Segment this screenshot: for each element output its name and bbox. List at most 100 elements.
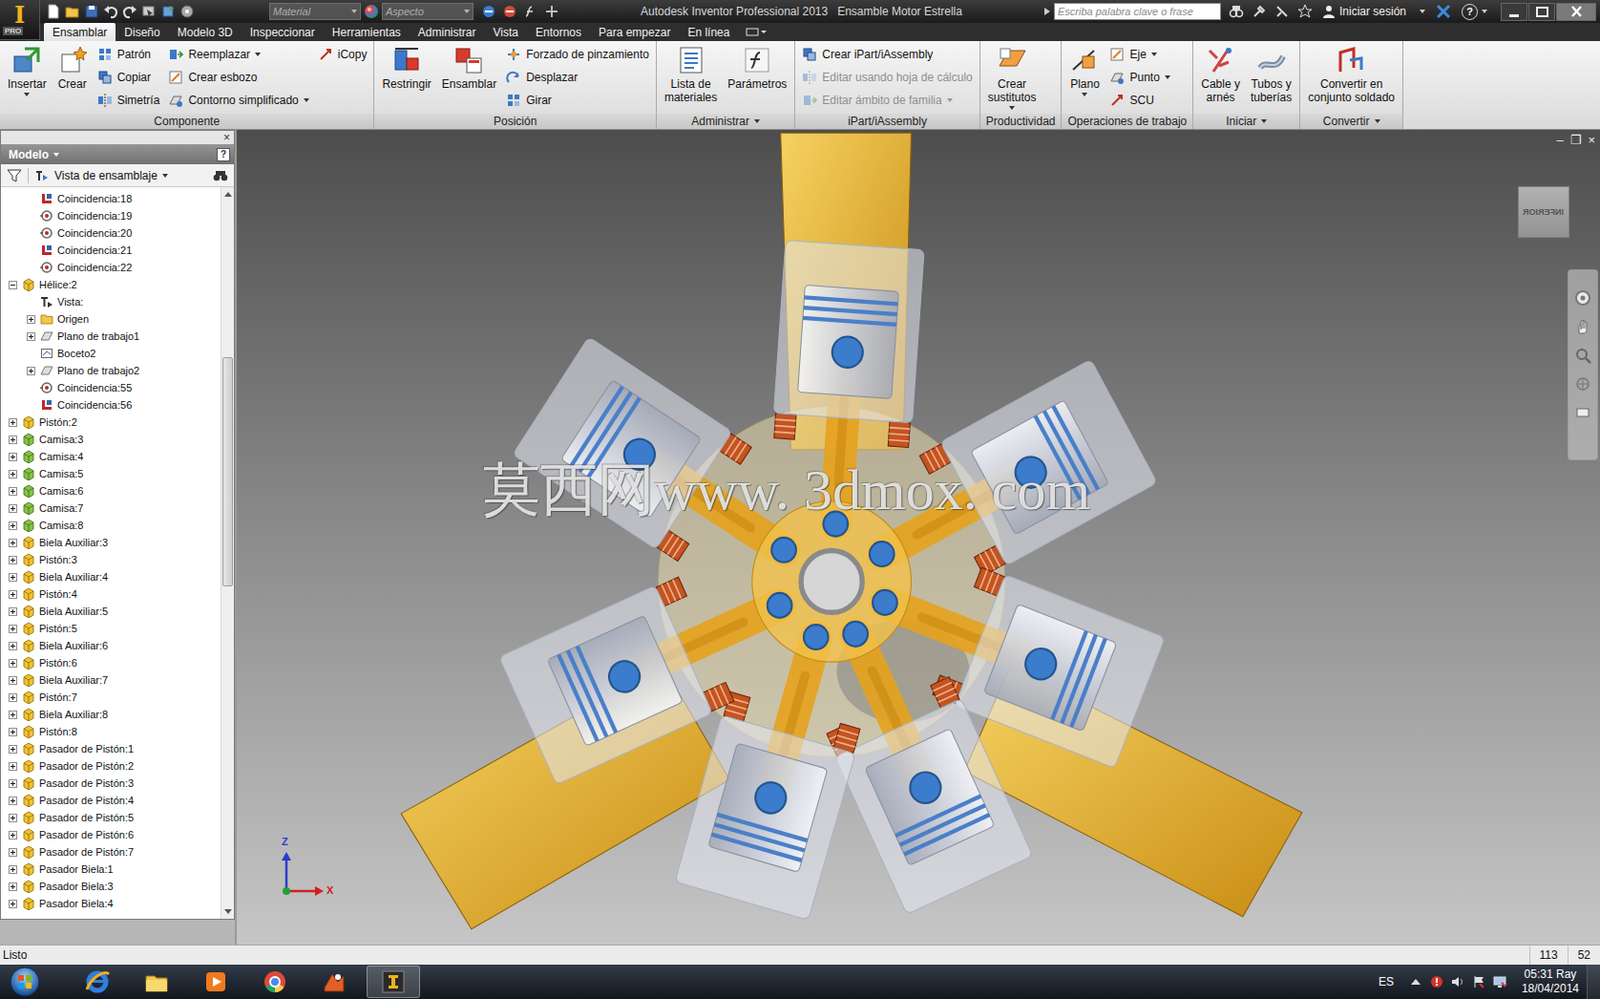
expand-icon[interactable] [8, 555, 18, 565]
tree-item[interactable]: Camisa:4 [0, 447, 221, 465]
ribbon-button[interactable]: Crear iPart/iAssembly [800, 43, 974, 65]
tree-item[interactable]: Camisa:7 [0, 499, 221, 517]
scroll-thumb[interactable] [222, 357, 233, 587]
flag-icon[interactable] [1472, 974, 1486, 989]
expand-icon[interactable] [8, 572, 18, 582]
tree-item[interactable]: Biela Auxiliar:5 [0, 602, 221, 620]
expand-icon[interactable] [26, 332, 36, 341]
application-menu-button[interactable]: IPRO [0, 0, 41, 41]
expand-icon[interactable] [8, 744, 18, 754]
tree-item[interactable]: Camisa:8 [0, 516, 221, 534]
tree-item[interactable]: Pasador de Pistón:5 [0, 808, 221, 826]
minimize-view-button[interactable]: – [1557, 132, 1564, 148]
network-icon[interactable] [1493, 974, 1507, 989]
taskbar-app[interactable] [129, 965, 184, 998]
tree-item[interactable]: Pasador de Pistón:6 [0, 825, 221, 843]
tree-item[interactable]: Boceto2 [0, 344, 221, 362]
ribbon-tab[interactable]: En línea [678, 22, 738, 42]
browser-help-button[interactable]: ? [216, 147, 231, 162]
restore-view-button[interactable]: ❐ [1570, 132, 1582, 148]
ribbon-button[interactable]: iCopy [315, 43, 370, 65]
tree-item[interactable]: Biela Auxiliar:7 [0, 671, 221, 689]
ribbon-tab[interactable]: Diseño [115, 22, 169, 42]
dropdown-arrow-icon[interactable] [1261, 119, 1267, 124]
ribbon-button[interactable]: Plano [1066, 43, 1103, 98]
ribbon-button[interactable]: Eje [1107, 43, 1172, 65]
tree-item[interactable]: Biela Auxiliar:6 [0, 636, 221, 654]
taskbar-app[interactable] [189, 965, 243, 998]
new-icon[interactable] [45, 3, 62, 20]
tree-item[interactable]: Pistón:6 [0, 653, 221, 672]
dropdown-arrow-icon[interactable] [1009, 105, 1015, 110]
tree-item[interactable]: Plano de trabajo1 [0, 327, 221, 345]
tree-item[interactable]: Pasador Biela:1 [0, 860, 221, 878]
find-icon[interactable] [212, 168, 229, 183]
tree-item[interactable]: Coincidencia:56 [0, 396, 221, 414]
expand-icon[interactable] [8, 830, 18, 840]
ribbon-button[interactable]: Restringir [378, 43, 434, 92]
dropdown-arrow-icon[interactable] [1151, 52, 1158, 57]
ribbon-button[interactable]: Girar [504, 89, 652, 111]
expand-icon[interactable] [8, 813, 18, 822]
ribbon-button[interactable]: Copiar [95, 66, 163, 88]
tree-item[interactable]: Biela Auxiliar:8 [0, 705, 221, 723]
ribbon-button[interactable]: Punto [1107, 66, 1172, 88]
tree-item[interactable]: Pasador de Pistón:2 [0, 757, 221, 775]
expand-icon[interactable] [8, 452, 18, 462]
tree-item[interactable]: Camisa:5 [0, 464, 221, 483]
volume-icon[interactable] [1451, 974, 1465, 989]
ribbon-button[interactable]: Ensamblar [439, 43, 500, 92]
tree-item[interactable]: Camisa:3 [0, 430, 221, 448]
add-icon[interactable] [544, 3, 560, 20]
clock[interactable]: 05:31 Ray18/04/2014 [1514, 967, 1587, 996]
tree-item[interactable]: Pasador de Pistón:3 [0, 774, 221, 792]
minimize-button[interactable] [1500, 2, 1528, 22]
ribbon-button[interactable]: Patrón [95, 43, 163, 65]
ribbon-button[interactable]: Desplazar [504, 66, 652, 88]
ribbon-minimize-icon[interactable] [743, 22, 769, 42]
save-icon[interactable] [84, 3, 100, 20]
view-selector[interactable]: Vista de ensamblaje [34, 168, 208, 183]
tree-item[interactable]: Coincidencia:55 [0, 378, 221, 397]
dropdown-arrow-icon[interactable] [463, 9, 470, 14]
tree-item[interactable]: Pasador Biela:3 [0, 877, 221, 895]
tree-item[interactable]: Hélice:2 [0, 275, 221, 294]
start-button[interactable] [5, 964, 44, 999]
project-icon[interactable] [179, 3, 195, 20]
expand-icon[interactable] [8, 727, 18, 737]
expand-icon[interactable] [8, 761, 18, 771]
dropdown-arrow-icon[interactable] [1164, 75, 1171, 80]
update-icon[interactable] [160, 3, 176, 20]
expand-icon[interactable] [8, 710, 18, 719]
steering-wheel-icon[interactable] [1574, 289, 1592, 307]
expand-icon[interactable] [8, 469, 18, 479]
dropdown-arrow-icon[interactable] [947, 98, 953, 103]
ribbon-button[interactable]: Crear esbozo [166, 66, 311, 88]
measure-icon[interactable] [481, 3, 497, 20]
ribbon-button[interactable]: Parámetros [724, 43, 790, 92]
expand-icon[interactable] [8, 658, 18, 668]
ribbon-tab[interactable]: Inspeccionar [241, 22, 324, 42]
connect-icon[interactable] [1274, 3, 1290, 20]
ribbon-button[interactable]: Forzado de pinzamiento [504, 43, 652, 65]
maximize-button[interactable] [1528, 2, 1556, 22]
tree-item[interactable]: Pistón:2 [0, 413, 221, 431]
exchange-icon[interactable] [1434, 3, 1453, 20]
open-icon[interactable] [64, 3, 81, 20]
select-icon[interactable] [141, 3, 157, 20]
ribbon-button[interactable]: Convertir en conjunto soldado [1305, 43, 1398, 106]
tree-item[interactable]: Biela Auxiliar:4 [0, 568, 221, 586]
group-label[interactable]: Iniciar [1193, 113, 1300, 129]
expand-icon[interactable] [8, 486, 18, 496]
expand-icon[interactable] [8, 418, 18, 427]
ribbon-button[interactable]: SCU [1107, 89, 1172, 111]
expand-icon[interactable] [8, 882, 18, 891]
search-field[interactable] [1053, 2, 1222, 21]
ribbon-tab[interactable]: Administrar [409, 22, 485, 42]
help-button[interactable]: ? [1461, 3, 1478, 21]
taskbar-app[interactable] [248, 965, 302, 998]
expand-icon[interactable] [8, 624, 18, 633]
ribbon-tab[interactable]: Para empezar [589, 22, 679, 42]
expand-icon[interactable] [8, 641, 18, 651]
radial-engine-model[interactable] [236, 129, 1600, 945]
